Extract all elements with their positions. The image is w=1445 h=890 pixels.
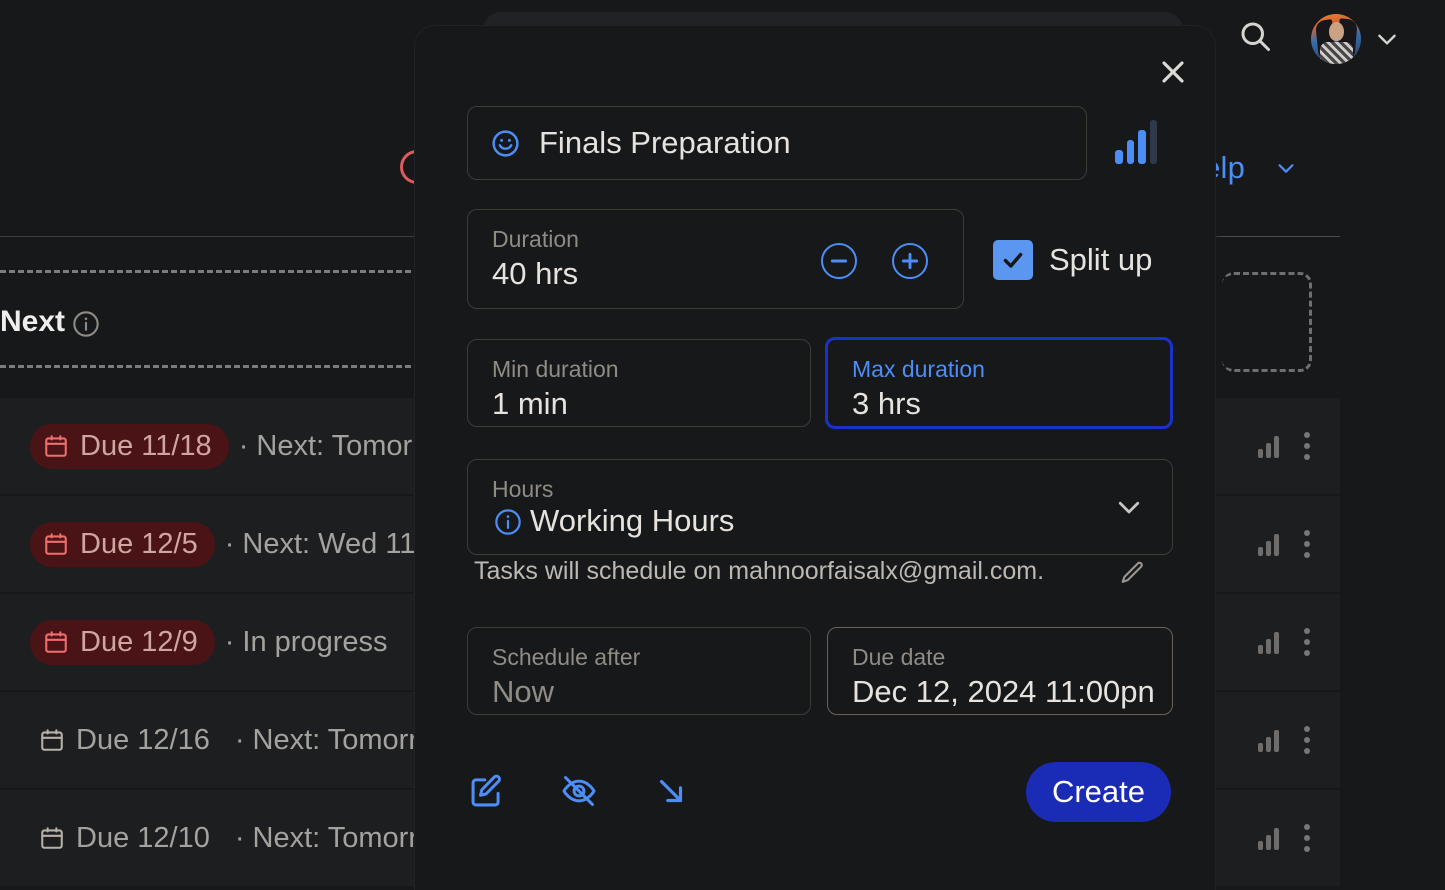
due-label: Due 12/9 — [80, 625, 198, 658]
due-badge[interactable]: Due 12/16 — [30, 718, 227, 763]
calendar-icon — [39, 727, 65, 753]
due-badge[interactable]: Due 11/18 — [30, 423, 229, 469]
check-icon — [1003, 252, 1023, 268]
due-label: Due 12/16 — [76, 723, 210, 756]
info-icon[interactable] — [72, 310, 100, 338]
eye-off-icon[interactable] — [560, 772, 598, 810]
min-duration-label: Min duration — [492, 356, 619, 382]
plus-circle-icon[interactable] — [892, 243, 928, 279]
priority-bars-icon[interactable] — [1258, 630, 1280, 654]
due-label: Due 11/18 — [80, 429, 212, 462]
row-meta: · In progress — [224, 625, 388, 658]
drop-zone-top — [0, 270, 420, 273]
max-duration-field[interactable]: Max duration 3 hrs — [825, 337, 1173, 429]
divider-right — [1220, 236, 1340, 237]
duration-label: Duration — [492, 226, 579, 252]
calendar-icon — [43, 433, 69, 459]
split-up-checkbox[interactable] — [993, 240, 1033, 280]
split-up-toggle[interactable]: Split up — [993, 240, 1152, 280]
max-duration-value: 3 hrs — [852, 386, 921, 421]
hours-label: Hours — [492, 476, 554, 502]
priority-bars-icon[interactable] — [1258, 532, 1280, 556]
due-badge[interactable]: Due 12/5 — [30, 521, 215, 567]
chevron-down-icon[interactable] — [1374, 26, 1400, 52]
row-actions — [1258, 496, 1310, 592]
min-duration-value: 1 min — [492, 386, 568, 421]
due-date-label: Due date — [852, 644, 946, 670]
close-icon[interactable] — [1155, 54, 1191, 90]
schedule-after-value: Now — [492, 674, 555, 709]
min-duration-field[interactable]: Min duration 1 min — [467, 339, 811, 427]
due-label: Due 12/5 — [80, 527, 198, 560]
row-content: Due 12/16 · Next: Tomorrow — [30, 692, 455, 788]
task-title-input[interactable]: Finals Preparation — [467, 106, 1087, 180]
row-content: Due 12/5 · Next: Wed 11:00 — [30, 496, 456, 592]
app-root: lelp Next Due 11/18 · Next: Tomorrow Due… — [0, 0, 1445, 890]
search-icon[interactable] — [1237, 18, 1273, 54]
chevron-down-icon[interactable] — [1272, 157, 1300, 179]
row-actions — [1258, 594, 1310, 690]
edit-square-icon[interactable] — [468, 772, 506, 810]
chevron-down-icon[interactable] — [1110, 492, 1148, 522]
max-duration-label: Max duration — [852, 356, 985, 382]
split-up-label: Split up — [1049, 242, 1153, 277]
pencil-icon[interactable] — [1118, 559, 1146, 587]
row-actions — [1258, 692, 1310, 788]
more-options-icon[interactable] — [1304, 530, 1310, 558]
priority-bars-icon[interactable] — [1258, 826, 1280, 850]
smiley-icon[interactable] — [490, 128, 521, 159]
due-badge[interactable]: Due 12/9 — [30, 619, 215, 665]
more-options-icon[interactable] — [1304, 726, 1310, 754]
page-title: Next — [0, 305, 66, 338]
row-content: Due 12/10 · Next: Tomorrow — [30, 790, 455, 886]
duration-field[interactable]: Duration 40 hrs — [467, 209, 964, 309]
due-label: Due 12/10 — [76, 821, 210, 854]
due-date-field[interactable]: Due date Dec 12, 2024 11:00pn — [827, 627, 1173, 715]
priority-bars-icon[interactable] — [1115, 118, 1157, 164]
arrow-down-right-icon[interactable] — [652, 772, 690, 810]
minus-circle-icon[interactable] — [821, 243, 857, 279]
priority-bars-icon[interactable] — [1258, 728, 1280, 752]
calendar-icon — [43, 629, 69, 655]
due-date-value: Dec 12, 2024 11:00pn — [852, 674, 1155, 709]
row-content: Due 12/9 · In progress — [30, 594, 388, 690]
row-actions — [1258, 790, 1310, 886]
schedule-after-label: Schedule after — [492, 644, 641, 670]
more-options-icon[interactable] — [1304, 824, 1310, 852]
schedule-after-field[interactable]: Schedule after Now — [467, 627, 811, 715]
create-button[interactable]: Create — [1026, 762, 1171, 822]
row-actions — [1258, 398, 1310, 494]
info-circle-icon[interactable] — [494, 508, 522, 536]
calendar-icon — [43, 531, 69, 557]
duration-value: 40 hrs — [492, 256, 579, 291]
drop-zone-bottom — [0, 365, 420, 368]
more-options-icon[interactable] — [1304, 628, 1310, 656]
avatar[interactable] — [1311, 14, 1361, 64]
due-badge[interactable]: Due 12/10 — [30, 816, 227, 861]
create-button-label: Create — [1051, 774, 1146, 809]
calendar-icon — [39, 825, 65, 851]
priority-bars-icon[interactable] — [1258, 434, 1280, 458]
row-content: Due 11/18 · Next: Tomorrow — [30, 398, 459, 494]
schedule-note: Tasks will schedule on mahnoorfaisalx@gm… — [474, 557, 1045, 585]
drop-zone-card — [1222, 272, 1312, 372]
more-options-icon[interactable] — [1304, 432, 1310, 460]
task-title-value: Finals Preparation — [539, 125, 791, 160]
dialog-action-icons — [468, 772, 690, 810]
hours-value: Working Hours — [530, 503, 735, 538]
